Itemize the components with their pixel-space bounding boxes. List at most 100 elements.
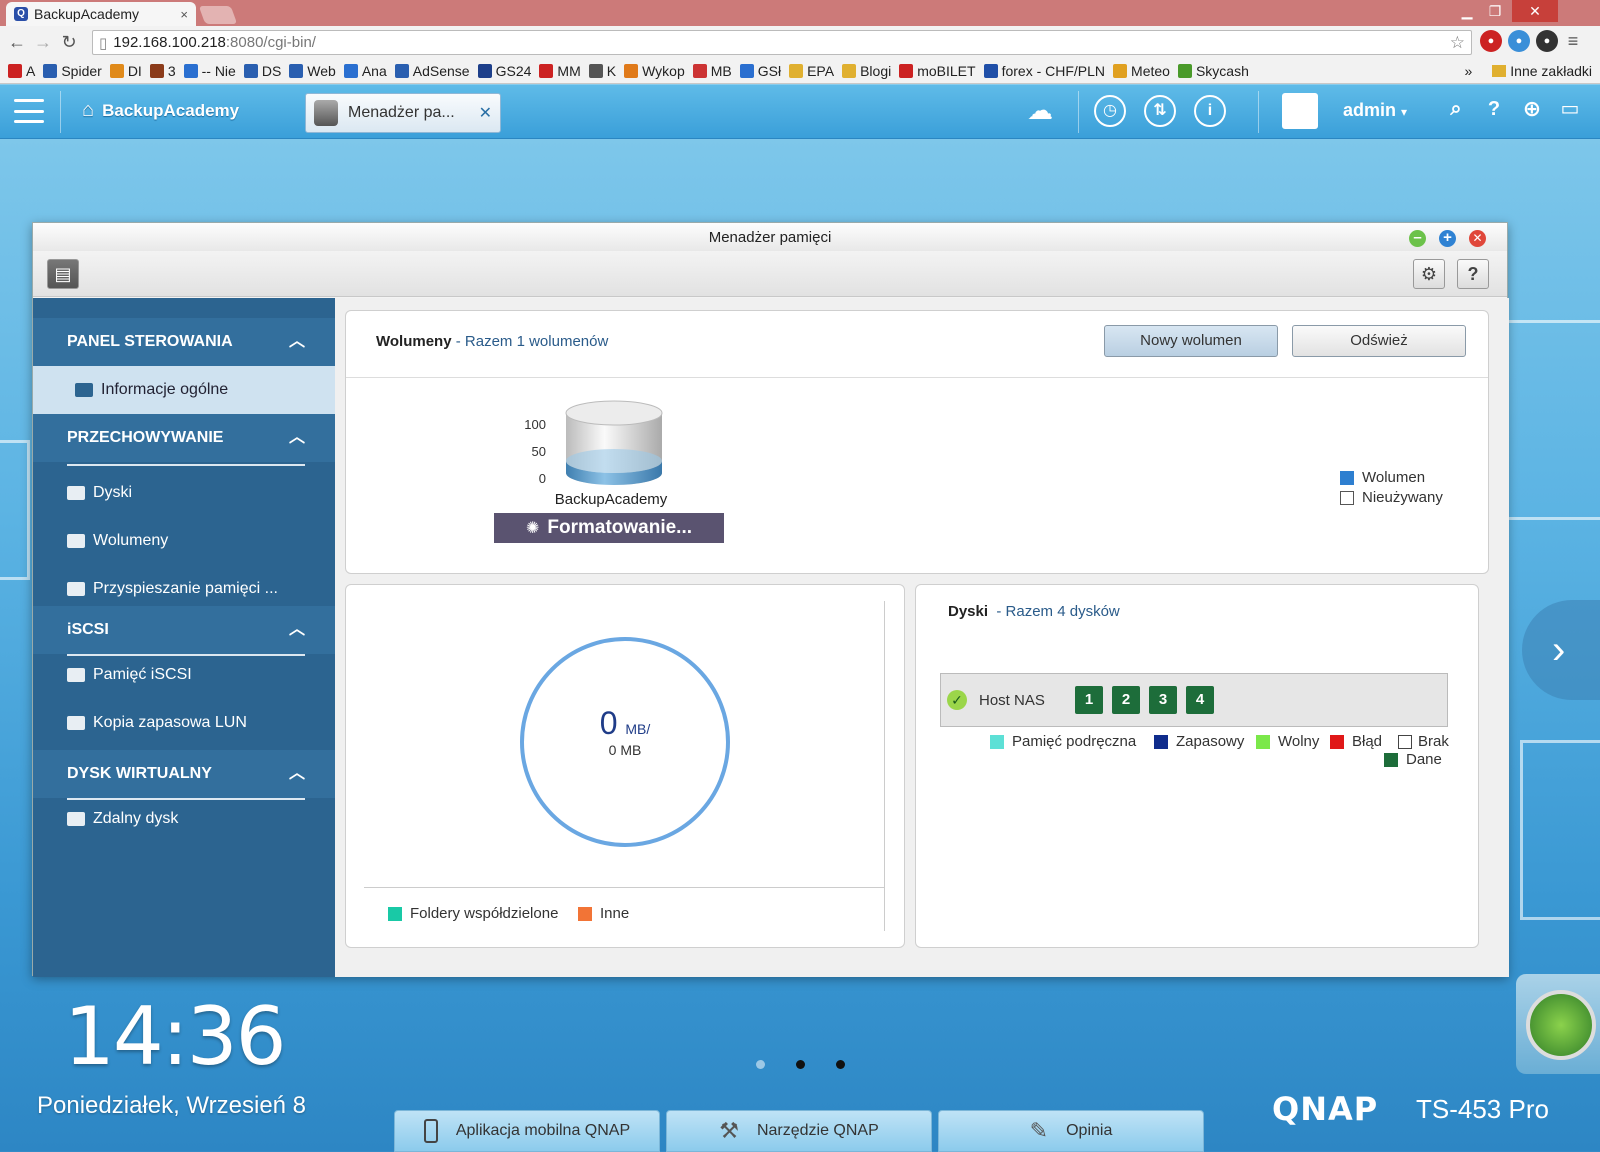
ghostery-extension-icon[interactable]: ● <box>1536 30 1558 52</box>
bookmark-item[interactable]: Web <box>289 63 336 79</box>
minimize-window-icon[interactable]: ▁ <box>1452 0 1482 22</box>
bookmark-item[interactable]: K <box>588 62 617 79</box>
settings-gear-icon[interactable]: ⚙ <box>1413 259 1445 289</box>
main-content: Wolumeny - Razem 1 wolumenów Nowy wolume… <box>335 298 1509 977</box>
search-icon[interactable]: ⌕ <box>1440 95 1472 127</box>
sidebar-item-cache[interactable]: Przyspieszanie pamięci ... <box>67 574 278 604</box>
resource-monitor-widget[interactable] <box>1516 974 1600 1074</box>
bookmark-item[interactable]: AdSense <box>394 63 470 79</box>
bookmark-item[interactable]: A <box>8 63 35 79</box>
back-icon[interactable]: ← <box>4 32 30 53</box>
disk-slot-4[interactable]: 4 <box>1186 686 1214 714</box>
sidebar-item-iscsi-storage[interactable]: Pamięć iSCSI <box>67 660 192 690</box>
sidebar-section-iscsi[interactable]: iSCSI ︿ <box>33 606 335 654</box>
sidebar-item-label: Informacje ogólne <box>101 381 229 398</box>
bookmark-item[interactable]: moBILET <box>899 63 976 79</box>
page-dot[interactable] <box>756 1060 765 1069</box>
qnap-favicon-icon: Q <box>14 7 28 21</box>
bookmark-item[interactable]: EPA <box>789 63 834 79</box>
adblock-extension-icon[interactable]: ● <box>1480 30 1502 52</box>
bookmark-item[interactable]: 3 <box>149 62 176 79</box>
page-dot[interactable] <box>836 1060 845 1069</box>
home-button[interactable]: ⌂ BackupAcademy <box>82 99 239 122</box>
bookmark-label: Blogi <box>860 62 892 79</box>
help-icon[interactable]: ? <box>1478 95 1510 127</box>
sidebar-section-storage[interactable]: PRZECHOWYWANIE ︿ <box>33 414 335 462</box>
bookmark-item[interactable]: Ana <box>343 62 387 79</box>
host-label: Host NAS <box>979 692 1045 709</box>
language-globe-icon[interactable]: ⊕ <box>1516 95 1548 127</box>
maximize-icon[interactable]: + <box>1439 230 1456 247</box>
disk-slot-1[interactable]: 1 <box>1075 686 1103 714</box>
bookmark-item[interactable]: MM <box>539 63 581 79</box>
legend-item: Dane <box>1384 751 1442 768</box>
sidebar-item-volumes[interactable]: Wolumeny <box>67 526 168 556</box>
bookmark-item[interactable]: GSł <box>739 63 781 79</box>
volumes-heading: Wolumeny - Razem 1 wolumenów <box>376 333 608 350</box>
loading-spinner-icon: ✺ <box>525 520 540 537</box>
forward-icon[interactable]: → <box>30 32 56 53</box>
nas-host-row[interactable]: ✓ Host NAS 1 2 3 4 <box>940 673 1448 727</box>
external-devices-icon[interactable]: ⇅ <box>1144 95 1176 127</box>
sidebar-section-virtual-disk[interactable]: DYSK WIRTUALNY ︿ <box>33 750 335 798</box>
disk-slot-3[interactable]: 3 <box>1149 686 1177 714</box>
sidebar-item-disks[interactable]: Dyski <box>67 478 132 508</box>
bookmark-item[interactable]: Skycash <box>1177 63 1249 79</box>
bookmark-label: Ana <box>361 62 387 79</box>
close-app-tab-icon[interactable]: ✕ <box>479 103 492 123</box>
bookmark-item[interactable]: Spider <box>43 63 102 79</box>
page-dot[interactable] <box>796 1060 805 1069</box>
sidebar-item-overview[interactable]: Informacje ogólne <box>33 366 335 414</box>
address-bar[interactable]: ▯ 192.168.100.218:8080/cgi-bin/ ☆ <box>92 30 1472 55</box>
bookmark-item[interactable]: MB <box>692 63 732 79</box>
app-tab-storage-manager[interactable]: Menadżer pa... ✕ <box>305 93 501 133</box>
menu-icon[interactable]: ≡ <box>1562 30 1584 52</box>
cloud-icon[interactable]: ☁ <box>1024 95 1056 127</box>
browser-tab[interactable]: Q BackupAcademy × <box>6 2 196 26</box>
qnap-utility-button[interactable]: ⚒ Narzędzie QNAP <box>666 1110 932 1152</box>
new-tab-button[interactable] <box>198 6 238 24</box>
close-window-icon[interactable]: ✕ <box>1512 0 1558 22</box>
volume-status-badge[interactable]: ✺ Formatowanie... <box>494 513 724 543</box>
extension-icon[interactable]: ● <box>1508 30 1530 52</box>
bookmark-item[interactable]: forex - CHF/PLN <box>983 63 1105 79</box>
bookmarks-overflow-chevron[interactable]: » <box>1464 63 1472 79</box>
main-menu-icon[interactable] <box>14 99 44 123</box>
bookmark-label: K <box>606 62 617 79</box>
bookmark-item[interactable]: DI <box>109 63 142 79</box>
sidebar-item-lun-backup[interactable]: Kopia zapasowa LUN <box>67 708 247 738</box>
feedback-button[interactable]: ✎ Opinia <box>938 1110 1204 1152</box>
bookmark-item[interactable]: DS <box>243 63 281 79</box>
window-toolbar: ▤ ⚙ ? <box>33 251 1507 297</box>
bookmark-item[interactable]: GS24 <box>477 63 531 79</box>
refresh-button[interactable]: Odśwież <box>1292 325 1466 357</box>
bookmark-item[interactable]: Wykop <box>624 63 685 79</box>
disk-slot-2[interactable]: 2 <box>1112 686 1140 714</box>
next-page-arrow-icon[interactable]: › <box>1522 600 1600 700</box>
restore-window-icon[interactable]: ❐ <box>1480 0 1510 22</box>
other-bookmarks[interactable]: » Inne zakładki <box>1464 58 1592 83</box>
new-volume-button[interactable]: Nowy wolumen <box>1104 325 1278 357</box>
minimize-icon[interactable]: – <box>1409 230 1426 247</box>
bookmark-item[interactable]: -- Nie <box>183 63 236 79</box>
user-avatar[interactable] <box>1282 93 1318 129</box>
sidebar-item-remote-disk[interactable]: Zdalny dysk <box>67 804 178 834</box>
toggle-sidebar-icon[interactable]: ▤ <box>47 259 79 289</box>
sidebar-section-panel[interactable]: PANEL STEROWANIA ︿ <box>33 318 335 366</box>
close-tab-icon[interactable]: × <box>180 7 188 22</box>
bookmark-label: 3 <box>167 62 176 79</box>
bookmark-favicon-icon <box>8 63 22 78</box>
close-icon[interactable]: ✕ <box>1469 230 1486 247</box>
background-tasks-icon[interactable]: ◷ <box>1094 95 1126 127</box>
help-icon[interactable]: ? <box>1457 259 1489 289</box>
user-menu[interactable]: admin ▾ <box>1343 100 1407 121</box>
mobile-app-button[interactable]: Aplikacja mobilna QNAP <box>394 1110 660 1152</box>
bookmark-star-icon[interactable]: ☆ <box>1450 33 1465 53</box>
bookmark-item[interactable]: Meteo <box>1113 63 1170 79</box>
legend-label: Brak <box>1418 733 1449 750</box>
bookmark-favicon-icon <box>899 63 914 78</box>
desktop-icon[interactable]: ▭ <box>1554 95 1586 127</box>
info-icon[interactable]: i <box>1194 95 1226 127</box>
reload-icon[interactable]: ↻ <box>56 32 82 53</box>
bookmark-item[interactable]: Blogi <box>842 63 891 79</box>
